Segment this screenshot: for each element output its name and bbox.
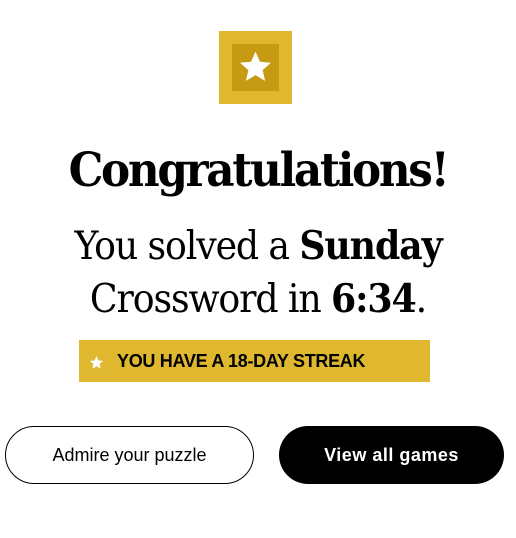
achievement-badge <box>219 31 292 104</box>
congratulations-heading: Congratulations! <box>68 143 450 198</box>
streak-text: YOU HAVE A 18-DAY STREAK <box>117 351 366 371</box>
view-all-games-button[interactable]: View all games <box>279 426 504 484</box>
solved-message-line-1: You solved a Sunday <box>18 220 498 273</box>
solved-message-prefix: You solved a <box>74 224 300 269</box>
solved-message: You solved a Sunday Crossword in 6:34. <box>18 220 498 326</box>
puzzle-type-text: Crossword in <box>89 277 332 322</box>
admire-puzzle-button[interactable]: Admire your puzzle <box>5 426 254 484</box>
star-icon <box>89 356 104 369</box>
solve-time: 6:34 <box>331 276 417 322</box>
badge-inner-square <box>232 44 279 91</box>
star-icon <box>240 51 271 81</box>
puzzle-day: Sunday <box>299 223 442 269</box>
solved-message-line-2: Crossword in 6:34. <box>18 273 498 326</box>
streak-banner: YOU HAVE A 18-DAY STREAK <box>79 340 430 382</box>
message-period: . <box>415 277 428 322</box>
